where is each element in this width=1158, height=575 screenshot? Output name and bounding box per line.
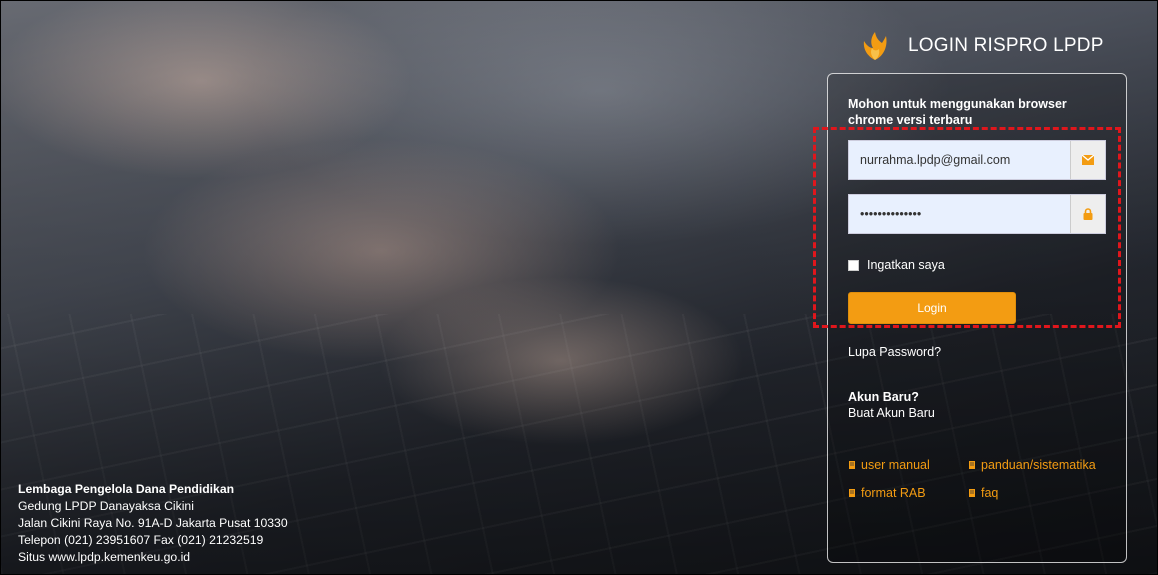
panduan-link[interactable]: panduan/sistematika <box>968 458 1096 472</box>
email-input[interactable] <box>849 141 1070 179</box>
book-icon <box>969 489 975 497</box>
org-phone: Telepon (021) 23951607 Fax (021) 2123251… <box>18 533 264 547</box>
password-field[interactable] <box>848 194 1106 234</box>
format-rab-link[interactable]: format RAB <box>848 486 926 500</box>
org-building: Gedung LPDP Danayaksa Cikini <box>18 499 194 513</box>
book-icon <box>969 461 975 469</box>
page-title: LOGIN RISPRO LPDP <box>908 35 1104 56</box>
login-panel: Mohon untuk menggunakan browser chrome v… <box>827 73 1127 563</box>
login-page: LOGIN RISPRO LPDP Mohon untuk menggunaka… <box>0 0 1158 575</box>
browser-notice: Mohon untuk menggunakan browser chrome v… <box>848 97 1067 127</box>
create-account-link[interactable]: Buat Akun Baru <box>848 406 935 420</box>
org-site: Situs www.lpdp.kemenkeu.go.id <box>18 550 191 564</box>
password-input[interactable] <box>849 195 1070 233</box>
email-field[interactable] <box>848 140 1106 180</box>
remember-label: Ingatkan saya <box>867 258 945 272</box>
book-icon <box>849 489 855 497</box>
org-name: Lembaga Pengelola Dana Pendidikan <box>18 482 235 496</box>
lock-icon <box>1070 195 1105 233</box>
faq-link[interactable]: faq <box>968 486 998 500</box>
org-address: Jalan Cikini Raya No. 91A-D Jakarta Pusa… <box>18 516 288 530</box>
envelope-icon <box>1070 141 1105 179</box>
forgot-password-link[interactable]: Lupa Password? <box>848 345 941 359</box>
remember-me[interactable]: Ingatkan saya <box>848 258 945 272</box>
book-icon <box>849 461 855 469</box>
lpdp-flame-logo-icon <box>863 32 887 60</box>
brand: LOGIN RISPRO LPDP <box>858 29 1104 63</box>
organization-info: Lembaga Pengelola Dana Pendidikan Gedung… <box>18 481 288 566</box>
user-manual-link[interactable]: user manual <box>848 458 930 472</box>
new-account-title: Akun Baru? <box>848 390 919 404</box>
login-button[interactable]: Login <box>848 292 1016 324</box>
remember-checkbox[interactable] <box>848 259 859 271</box>
